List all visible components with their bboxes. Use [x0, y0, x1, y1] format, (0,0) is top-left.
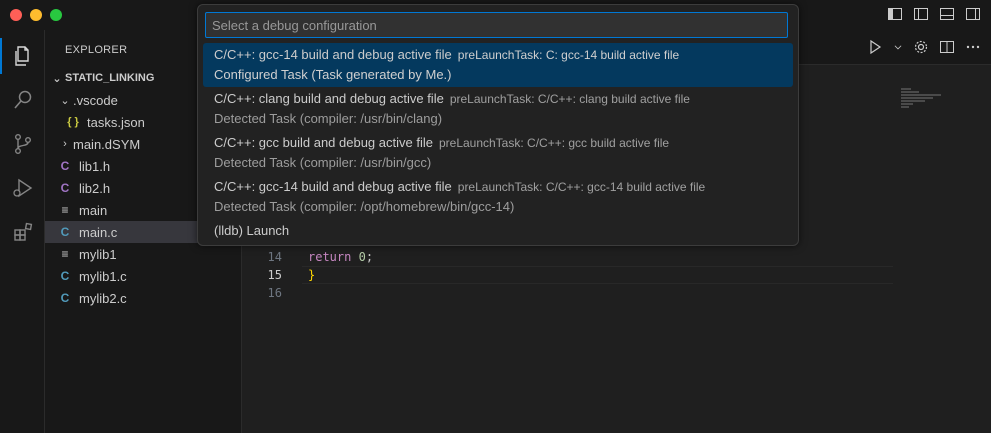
quick-pick-item-detail: Detected Task (compiler: /usr/bin/clang): [214, 111, 443, 126]
close-window-button[interactable]: [10, 9, 22, 21]
tree-item-label: lib1.h: [79, 158, 111, 174]
binary-file-icon: ≡: [61, 247, 69, 261]
quick-pick-item-description: preLaunchTask: C/C++: clang build active…: [449, 92, 690, 106]
c-file-icon: C: [60, 269, 70, 283]
quick-pick-item-description: preLaunchTask: C/C++: gcc build active f…: [438, 136, 670, 150]
binary-file-icon: ≡: [61, 203, 69, 217]
extensions-icon: [13, 222, 32, 241]
toggle-secondary-sidebar-icon[interactable]: [939, 6, 955, 22]
quick-pick-list: C/C++: gcc-14 build and debug active fil…: [203, 43, 793, 243]
tree-item-mylib2-c[interactable]: C mylib2.c: [45, 287, 242, 309]
extensions-button[interactable]: [0, 210, 45, 254]
chevron-right-icon: ›: [63, 138, 67, 150]
run-debug-dropdown-icon[interactable]: [867, 39, 883, 55]
search-icon: [13, 90, 31, 109]
explorer-button[interactable]: [0, 34, 45, 78]
search-button[interactable]: [0, 78, 45, 122]
tree-item-mylib1[interactable]: ≡ mylib1: [45, 243, 242, 265]
editor-actions: [867, 39, 981, 55]
tree-item-label: .vscode: [73, 92, 118, 108]
quick-pick-item[interactable]: C/C++: gcc-14 build and debug active fil…: [203, 175, 793, 219]
tree-item-label: mylib1: [79, 246, 117, 262]
activity-bar: [0, 30, 45, 433]
code-text: }: [308, 266, 315, 284]
json-file-icon: { }: [67, 116, 79, 128]
code-token: }: [308, 268, 316, 282]
run-debug-button[interactable]: [0, 166, 45, 210]
split-editor-icon[interactable]: [939, 39, 955, 55]
tree-item-mylib1-c[interactable]: C mylib1.c: [45, 265, 242, 287]
line-number: 14: [267, 250, 282, 264]
c-header-file-icon: C: [60, 181, 70, 195]
toggle-primary-sidebar-icon[interactable]: [887, 6, 903, 22]
tree-item-label: main: [79, 202, 108, 218]
quick-pick-item[interactable]: C/C++: gcc-14 build and debug active fil…: [203, 43, 793, 87]
minimap[interactable]: [901, 88, 951, 118]
source-control-button[interactable]: [0, 122, 45, 166]
customize-layout-icon[interactable]: [965, 6, 981, 22]
quick-pick-input[interactable]: [205, 12, 788, 38]
gear-icon[interactable]: [913, 39, 929, 55]
quick-pick-item-detail: Detected Task (compiler: /opt/homebrew/b…: [214, 199, 515, 214]
tree-item-label: tasks.json: [87, 114, 145, 130]
explorer-icon: [14, 46, 29, 66]
line-number: 15: [267, 268, 282, 282]
quick-pick-item-label: C/C++: gcc build and debug active file: [214, 135, 433, 150]
maximize-window-button[interactable]: [50, 9, 62, 21]
tree-item-label: mylib1.c: [79, 268, 127, 284]
tree-item-label: main.dSYM: [73, 136, 141, 152]
layout-controls: [887, 6, 981, 22]
current-line-highlight: [302, 266, 893, 284]
code-line[interactable]: 14 return 0;: [242, 248, 991, 266]
run-debug-icon: [12, 178, 32, 198]
quick-pick-item-label: (lldb) Launch: [214, 223, 290, 238]
chevron-down-icon: ⌄: [52, 72, 62, 85]
code-text: return 0;: [308, 248, 373, 266]
code-token: ;: [365, 250, 374, 264]
quick-pick-item-detail: Detected Task (compiler: /usr/bin/gcc): [214, 155, 432, 170]
quick-pick-item-label: C/C++: gcc-14 build and debug active fil…: [214, 179, 452, 194]
tree-item-label: main.c: [79, 224, 118, 240]
more-actions-icon[interactable]: [965, 39, 981, 55]
code-token: return: [308, 250, 352, 264]
quick-pick-item[interactable]: (lldb) Launch: [203, 219, 793, 243]
c-file-icon: C: [60, 225, 70, 239]
quick-pick-item-label: C/C++: gcc-14 build and debug active fil…: [214, 47, 452, 62]
chevron-down-icon: ⌄: [60, 94, 70, 107]
code-line[interactable]: 16: [242, 284, 991, 302]
debug-configuration-quick-pick: C/C++: gcc-14 build and debug active fil…: [197, 4, 799, 246]
quick-pick-item-description: preLaunchTask: C: gcc-14 build active fi…: [457, 48, 680, 62]
tree-item-label: mylib2.c: [79, 290, 127, 306]
minimize-window-button[interactable]: [30, 9, 42, 21]
quick-pick-item-label: C/C++: clang build and debug active file: [214, 91, 444, 106]
code-line[interactable]: 15}: [242, 266, 991, 284]
chevron-down-icon[interactable]: [893, 39, 903, 55]
c-header-file-icon: C: [60, 159, 70, 173]
quick-pick-item-detail: Configured Task (Task generated by Me.): [214, 67, 452, 82]
code-token: 0: [358, 250, 366, 264]
sidebar-title: EXPLORER: [65, 44, 128, 56]
workspace-root-label: STATIC_LINKING: [65, 72, 155, 84]
c-file-icon: C: [60, 291, 70, 305]
toggle-panel-icon[interactable]: [913, 6, 929, 22]
source-control-icon: [14, 134, 31, 155]
line-number: 16: [267, 286, 282, 300]
tree-item-label: lib2.h: [79, 180, 111, 196]
quick-pick-item[interactable]: C/C++: clang build and debug active file…: [203, 87, 793, 131]
quick-pick-item[interactable]: C/C++: gcc build and debug active file pr…: [203, 131, 793, 175]
quick-pick-item-description: preLaunchTask: C/C++: gcc-14 build activ…: [457, 180, 706, 194]
